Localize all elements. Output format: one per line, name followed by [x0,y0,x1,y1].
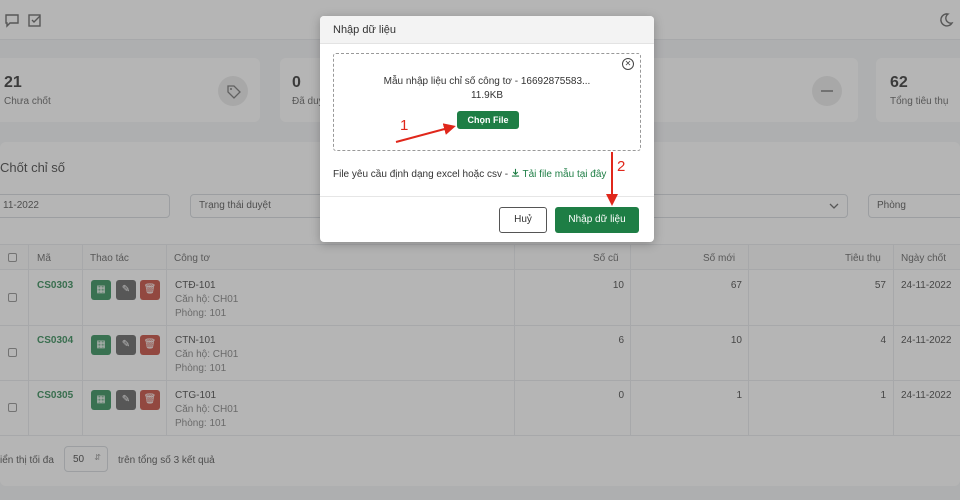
annotation-step-1: 1 [400,117,409,134]
annotation-arrows [395,123,618,206]
annotation-step-2: 2 [617,158,626,175]
